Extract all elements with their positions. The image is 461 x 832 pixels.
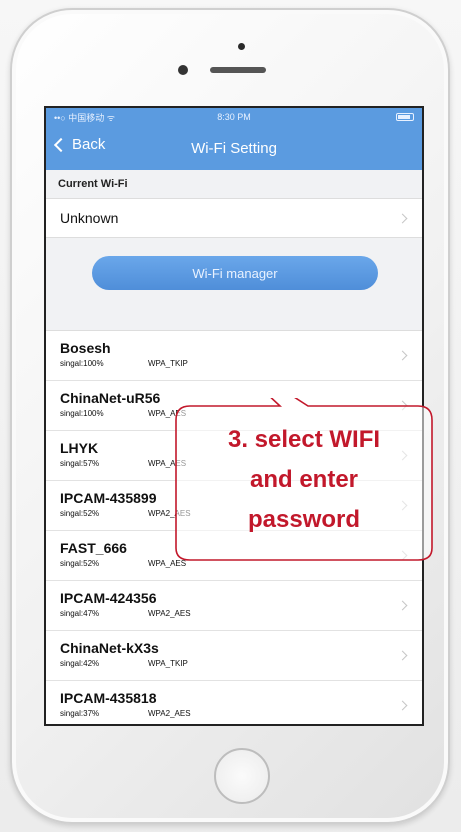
earpiece-speaker: [210, 67, 266, 73]
nav-bar: Back Wi-Fi Setting: [46, 126, 422, 170]
network-signal: singal:57%: [60, 459, 100, 468]
current-wifi-name: Unknown: [60, 210, 119, 226]
network-signal: singal:42%: [60, 659, 100, 668]
network-signal: singal:37%: [60, 709, 100, 718]
network-security: WPA_TKIP: [148, 659, 188, 668]
list-item[interactable]: IPCAM-424356 singal:47% WPA2_AES: [46, 581, 422, 631]
list-item[interactable]: ChinaNet-kX3s singal:42% WPA_TKIP: [46, 631, 422, 681]
network-name: Bosesh: [60, 340, 111, 356]
wifi-manager-button[interactable]: Wi-Fi manager: [92, 256, 378, 290]
network-signal: singal:100%: [60, 359, 104, 368]
chevron-left-icon: [53, 137, 69, 153]
carrier-label: ••○ 中国移动 ᯤ: [54, 112, 115, 123]
network-security: WPA2_AES: [148, 609, 191, 618]
network-name: IPCAM-435818: [60, 690, 157, 706]
callout-text: 3. select WIFI and enter password: [178, 420, 430, 540]
network-security: WPA2_AES: [148, 709, 191, 718]
instruction-callout: 3. select WIFI and enter password: [168, 398, 440, 566]
network-signal: singal:52%: [60, 559, 100, 568]
home-button[interactable]: [214, 748, 270, 804]
callout-line-2: and enter: [249, 466, 359, 493]
network-signal: singal:47%: [60, 609, 100, 618]
network-security: WPA_TKIP: [148, 359, 188, 368]
status-bar: ••○ 中国移动 ᯤ 8:30 PM: [46, 108, 422, 126]
photo-background: ••○ 中国移动 ᯤ 8:30 PM Back Wi-Fi Setting Cu…: [0, 0, 461, 832]
back-label: Back: [72, 136, 106, 153]
network-name: IPCAM-424356: [60, 590, 157, 606]
status-time: 8:30 PM: [217, 112, 251, 122]
callout-line-1: 3. select WIFI: [227, 426, 381, 453]
current-wifi-row[interactable]: Unknown: [46, 198, 422, 238]
list-item[interactable]: Bosesh singal:100% WPA_TKIP: [46, 331, 422, 381]
network-signal: singal:52%: [60, 509, 100, 518]
battery-icon: [396, 113, 414, 121]
front-camera: [178, 65, 188, 75]
proximity-sensor: [238, 43, 245, 50]
network-name: ChinaNet-kX3s: [60, 640, 159, 656]
chevron-right-icon: [397, 213, 408, 223]
network-signal: singal:100%: [60, 409, 104, 418]
callout-line-3: password: [247, 506, 361, 533]
back-button[interactable]: Back: [53, 136, 106, 153]
current-wifi-heading: Current Wi-Fi: [58, 178, 128, 190]
list-item[interactable]: IPCAM-435818 singal:37% WPA2_AES: [46, 681, 422, 724]
